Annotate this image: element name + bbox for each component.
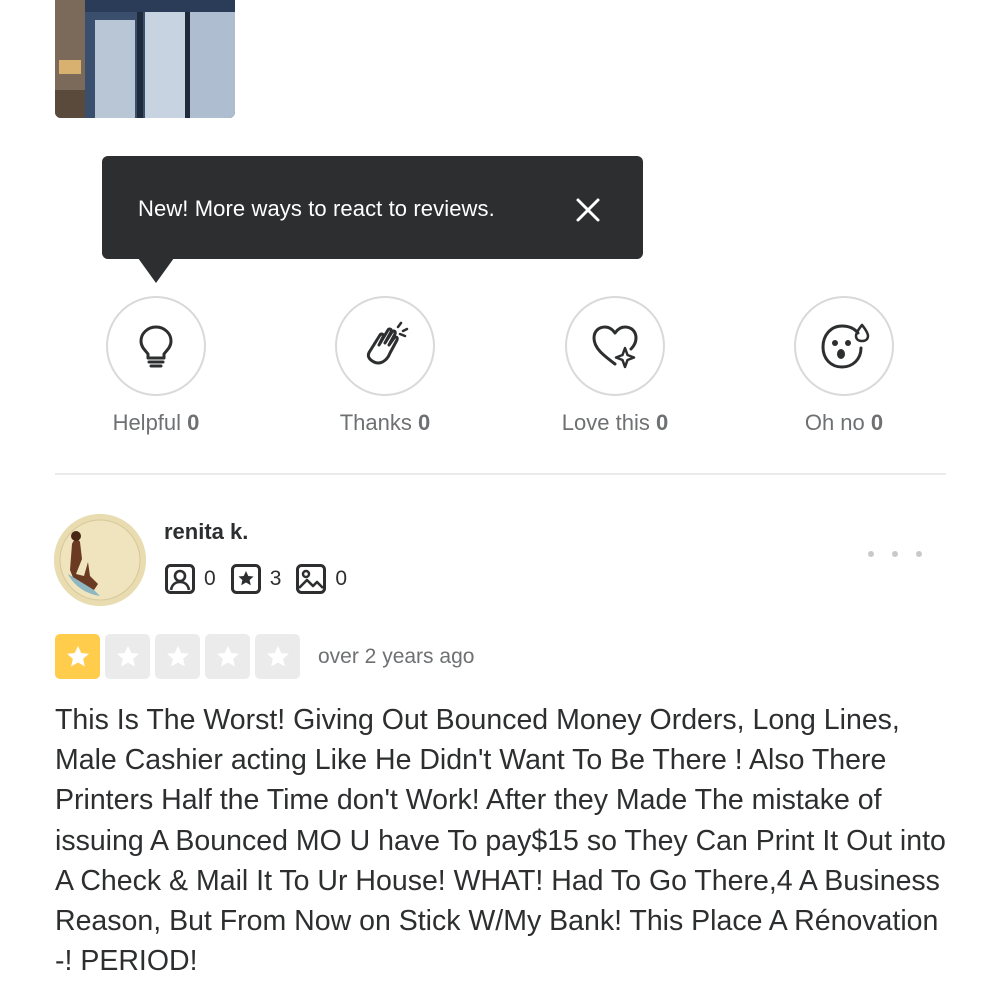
reaction-label: Love this 0 xyxy=(561,410,669,435)
reaction-count: 0 xyxy=(418,410,431,435)
reaction-label: Thanks 0 xyxy=(339,410,431,435)
more-options-icon[interactable] xyxy=(868,540,922,568)
review-text: This Is The Worst! Giving Out Bounced Mo… xyxy=(55,704,946,978)
friends-icon xyxy=(165,564,195,594)
clapping-hands-icon xyxy=(366,321,409,365)
star-rating xyxy=(55,634,305,679)
star-empty-icon xyxy=(155,634,200,679)
review-date: over 2 years ago xyxy=(318,645,475,668)
photos-stat: 0 xyxy=(295,563,347,595)
reactions-tooltip: New! More ways to react to reviews. xyxy=(102,156,643,259)
love-this-reaction-button[interactable]: Love this 0 xyxy=(515,296,715,436)
star-empty-icon xyxy=(255,634,300,679)
business-photo[interactable] xyxy=(55,0,235,118)
star-review-icon xyxy=(230,564,261,594)
reaction-circle xyxy=(794,296,894,396)
reaction-circle xyxy=(106,296,206,396)
reaction-label: Helpful 0 xyxy=(112,410,200,435)
reaction-count: 0 xyxy=(187,410,200,435)
lightbulb-icon xyxy=(139,325,173,368)
reaction-label: Oh no 0 xyxy=(804,410,884,435)
reaction-count: 0 xyxy=(870,410,884,435)
close-icon[interactable] xyxy=(572,194,604,226)
heart-sparkle-icon xyxy=(592,325,638,369)
helpful-reaction-button[interactable]: Helpful 0 xyxy=(56,296,256,436)
photo-icon xyxy=(296,564,327,594)
user-stats: 0 3 0 xyxy=(164,563,361,595)
surprised-face-icon xyxy=(821,323,870,369)
thanks-reaction-button[interactable]: Thanks 0 xyxy=(285,296,485,436)
reaction-circle xyxy=(565,296,665,396)
tooltip-pointer xyxy=(138,258,174,283)
star-empty-icon xyxy=(105,634,150,679)
oh-no-reaction-button[interactable]: Oh no 0 xyxy=(744,296,944,436)
reviews-stat: 3 xyxy=(230,563,281,595)
friends-stat: 0 xyxy=(164,563,216,595)
tooltip-text: New! More ways to react to reviews. xyxy=(138,196,495,221)
avatar[interactable] xyxy=(54,514,146,606)
divider xyxy=(55,473,946,475)
reaction-count: 0 xyxy=(655,410,669,435)
reaction-circle xyxy=(335,296,435,396)
star-filled-icon xyxy=(55,634,100,679)
star-empty-icon xyxy=(205,634,250,679)
user-name[interactable]: renita k. xyxy=(164,519,248,545)
